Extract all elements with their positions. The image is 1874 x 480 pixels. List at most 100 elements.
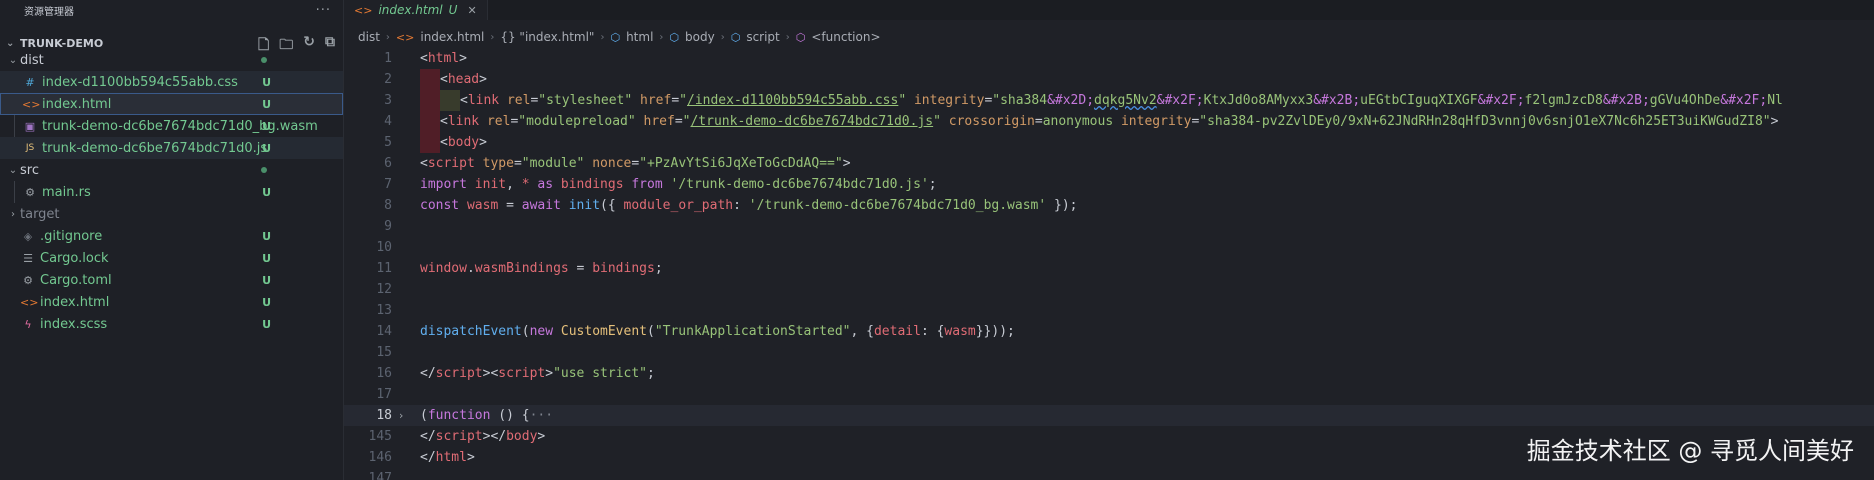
line-number: 5: [384, 135, 392, 150]
tree-file-cargo-toml[interactable]: ⚙ Cargo.toml U: [0, 269, 343, 291]
code-line: 9: [344, 216, 1874, 237]
cube-icon: ⬡: [669, 30, 680, 44]
line-number: 17: [376, 387, 392, 402]
git-status-badge: U: [262, 141, 271, 155]
breadcrumb-item[interactable]: script: [746, 30, 779, 44]
tab-status: U: [448, 3, 458, 17]
code-line: 7 import init, * as bindings from '/trun…: [344, 174, 1874, 195]
explorer-title: 资源管理器: [24, 6, 74, 18]
line-number: 12: [376, 282, 392, 297]
chevron-down-icon: ⌄: [8, 54, 18, 66]
code-line: 14 dispatchEvent(new CustomEvent("TrunkA…: [344, 321, 1874, 342]
html-file-icon: <>: [354, 3, 373, 17]
tree-item-label: Cargo.toml: [40, 272, 112, 288]
cube-icon: ⬡: [610, 30, 621, 44]
line-number: 16: [376, 366, 392, 381]
tree-file-js[interactable]: JS trunk-demo-dc6be7674bdc71d0.js U: [0, 137, 343, 159]
tree-item-label: .gitignore: [40, 228, 103, 244]
line-number: 4: [384, 114, 392, 129]
code-line: 13: [344, 300, 1874, 321]
git-status-badge: U: [262, 75, 271, 89]
line-number: 146: [368, 450, 392, 465]
tree-item-label: trunk-demo-dc6be7674bdc71d0_bg.wasm: [42, 118, 318, 134]
html-file-icon: <>: [22, 97, 41, 111]
breadcrumb-item[interactable]: dist: [358, 30, 380, 44]
code-line: 16 </script><script>"use strict";: [344, 363, 1874, 384]
tree-folder-target[interactable]: › target: [0, 203, 343, 225]
rust-file-icon: ⚙: [25, 185, 35, 199]
chevron-right-icon: ›: [490, 31, 495, 43]
tree-file-index-scss[interactable]: ϟ index.scss U: [0, 313, 343, 335]
more-actions-icon[interactable]: ···: [316, 3, 331, 18]
code-line-current: 18 › (function () {···: [344, 405, 1874, 426]
tree-folder-dist[interactable]: ⌄ dist: [0, 49, 343, 71]
code-line: 5 <body>: [344, 132, 1874, 153]
chevron-right-icon: ›: [385, 31, 390, 43]
lock-file-icon: ☰: [23, 251, 33, 265]
tree-file-css[interactable]: # index-d1100bb594c55abb.css U: [0, 71, 343, 93]
chevron-down-icon: ⌄: [6, 37, 15, 49]
tree-file-wasm[interactable]: ▣ trunk-demo-dc6be7674bdc71d0_bg.wasm U: [0, 115, 343, 137]
git-file-icon: ◈: [23, 229, 33, 243]
code-line: 1 <html>: [344, 48, 1874, 69]
explorer-sidebar: 资源管理器 ··· ⌄ TRUNK-DEMO 🗋 🗀 ↻ ⧉ ⌄ dist # …: [0, 0, 344, 480]
code-line: 11 window.wasmBindings = bindings;: [344, 258, 1874, 279]
code-line: 4 <link rel="modulepreload" href="/trunk…: [344, 111, 1874, 132]
chevron-right-icon: ›: [720, 31, 725, 43]
git-status-badge: U: [262, 273, 271, 287]
tree-file-main-rs[interactable]: ⚙ main.rs U: [0, 181, 343, 203]
code-line: 10: [344, 237, 1874, 258]
html-file-icon: <>: [20, 295, 39, 309]
code-line: 15: [344, 342, 1874, 363]
line-number: 3: [384, 93, 392, 108]
breadcrumb-item[interactable]: body: [685, 30, 715, 44]
git-status-badge: U: [262, 119, 271, 133]
code-line: 8 const wasm = await init({ module_or_pa…: [344, 195, 1874, 216]
line-number: 2: [384, 72, 392, 87]
chevron-right-icon: ›: [785, 31, 790, 43]
git-status-badge: U: [262, 295, 271, 309]
js-file-icon: JS: [25, 143, 35, 153]
tree-file-cargo-lock[interactable]: ☰ Cargo.lock U: [0, 247, 343, 269]
tree-file-index-html-dist[interactable]: <> index.html U: [0, 93, 343, 115]
tree-item-label: dist: [20, 52, 44, 68]
line-number: 8: [384, 198, 392, 213]
editor-tabbar: <> index.html U ✕: [344, 0, 1874, 20]
cube-icon: ⬡: [730, 30, 741, 44]
modified-dot: [261, 167, 267, 173]
modified-dot: [261, 57, 267, 63]
breadcrumb-item[interactable]: html: [626, 30, 653, 44]
sass-file-icon: ϟ: [24, 317, 32, 331]
tree-file-index-html[interactable]: <> index.html U: [0, 291, 343, 313]
function-icon: ⬡: [795, 30, 806, 44]
git-status-badge: U: [262, 317, 271, 331]
tree-item-label: index.scss: [40, 316, 108, 332]
file-tree: ⌄ dist # index-d1100bb594c55abb.css U <>…: [0, 49, 343, 335]
html-file-icon: <>: [395, 30, 415, 44]
breadcrumb-item[interactable]: index.html: [420, 30, 484, 44]
explorer-header: 资源管理器 ···: [0, 0, 343, 20]
code-editor[interactable]: 1 <html> 2 <head> 3 <link rel="styleshee…: [344, 48, 1874, 480]
tree-file-gitignore[interactable]: ◈ .gitignore U: [0, 225, 343, 247]
chevron-right-icon: ›: [11, 208, 15, 220]
watermark: 掘金技术社区 @ 寻觅人间美好: [1526, 437, 1854, 465]
tab-index-html[interactable]: <> index.html U ✕: [344, 0, 488, 20]
line-number: 145: [368, 429, 392, 444]
tree-folder-src[interactable]: ⌄ src: [0, 159, 343, 181]
tree-item-label: index.html: [42, 96, 112, 112]
line-number: 11: [376, 261, 392, 276]
project-name: TRUNK-DEMO: [20, 36, 104, 50]
chevron-right-icon[interactable]: ›: [392, 409, 410, 422]
chevron-down-icon: ⌄: [8, 164, 18, 176]
close-icon[interactable]: ✕: [467, 4, 476, 17]
chevron-right-icon: ›: [600, 31, 605, 43]
tree-item-label: Cargo.lock: [40, 250, 109, 266]
git-status-badge: U: [262, 229, 271, 243]
css-file-icon: #: [25, 75, 35, 89]
breadcrumb-item[interactable]: <function>: [811, 30, 880, 44]
breadcrumb-item[interactable]: {} "index.html": [500, 30, 594, 44]
code-line: 2 <head>: [344, 69, 1874, 90]
git-status-badge: U: [262, 185, 271, 199]
tree-item-label: src: [20, 162, 39, 178]
breadcrumb: dist › <> index.html › {} "index.html" ›…: [344, 28, 1874, 46]
